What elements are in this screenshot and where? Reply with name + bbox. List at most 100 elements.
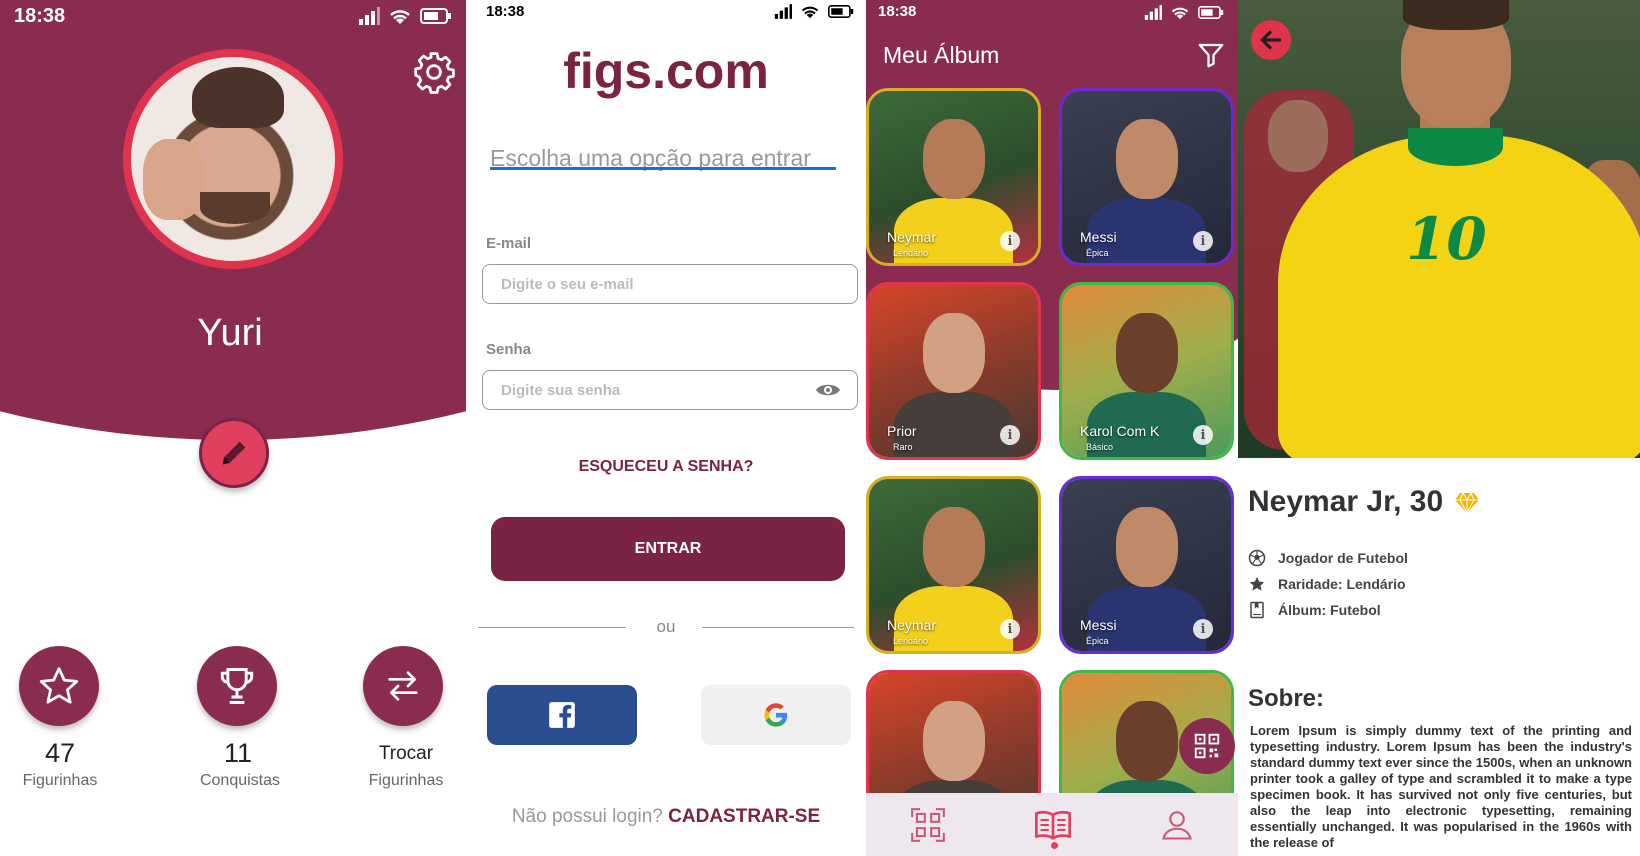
star-icon bbox=[39, 667, 79, 704]
card-name: Messi bbox=[1080, 617, 1117, 633]
forgot-password-link[interactable]: ESQUECEU A SENHA? bbox=[466, 458, 866, 476]
qr-code-icon bbox=[1194, 733, 1220, 759]
info-icon[interactable]: i bbox=[1193, 619, 1213, 639]
no-login-text: Não possui login? bbox=[511, 806, 663, 827]
info-icon[interactable]: i bbox=[1000, 425, 1020, 445]
google-icon bbox=[764, 703, 788, 727]
sticker-card[interactable]: Messi Épica i bbox=[1059, 88, 1234, 266]
settings-gear-icon[interactable] bbox=[412, 50, 456, 94]
login-screen: 18:38 figs.com Escolha uma opção para en… bbox=[466, 0, 866, 856]
album-title: Meu Álbum bbox=[883, 42, 1000, 68]
password-label: Senha bbox=[486, 341, 532, 358]
attribute-text: Jogador de Futebol bbox=[1278, 550, 1408, 566]
about-title: Sobre: bbox=[1248, 685, 1325, 712]
card-name: Karol Com K bbox=[1080, 423, 1160, 439]
player-photo: 10 bbox=[1238, 0, 1640, 458]
password-field[interactable]: Digite sua senha bbox=[482, 370, 858, 410]
signal-icon bbox=[774, 4, 792, 19]
avatar[interactable] bbox=[123, 49, 343, 269]
login-button[interactable]: ENTRAR bbox=[491, 517, 845, 581]
qr-scan-button[interactable] bbox=[1179, 718, 1235, 774]
sticker-card[interactable]: Neymar Lendário i bbox=[866, 88, 1041, 266]
show-password-eye-icon[interactable] bbox=[815, 381, 841, 399]
signal-icon bbox=[1144, 5, 1162, 20]
card-name: Prior bbox=[887, 423, 917, 439]
google-login-button[interactable] bbox=[701, 685, 851, 745]
trade-button[interactable] bbox=[363, 646, 443, 726]
profile-screen: 18:38 Yuri 47 Figurinhas 11 Conquistas T… bbox=[0, 0, 466, 856]
card-rarity: Épica bbox=[1086, 248, 1109, 258]
password-placeholder: Digite sua senha bbox=[501, 381, 621, 399]
divider-right bbox=[702, 627, 854, 628]
trophy-icon bbox=[220, 668, 254, 704]
brand-logo: figs.com bbox=[563, 43, 769, 99]
facebook-icon bbox=[549, 702, 575, 728]
facebook-login-button[interactable] bbox=[487, 685, 637, 745]
info-icon[interactable]: i bbox=[1000, 619, 1020, 639]
attribute-text: Álbum: Futebol bbox=[1278, 602, 1381, 618]
subtitle-underline bbox=[490, 167, 836, 170]
sticker-detail-screen: 10 Neymar Jr, 30 Jogador de Futebol Rari… bbox=[1238, 0, 1640, 856]
achievements-count: 11 bbox=[223, 738, 253, 768]
email-field[interactable]: Digite o seu e-mail bbox=[482, 264, 858, 304]
sticker-card[interactable]: Karol Com K Básico i bbox=[1059, 282, 1234, 460]
trade-label: Trocar bbox=[378, 743, 434, 764]
back-button[interactable] bbox=[1251, 20, 1291, 60]
avatar-photo bbox=[131, 57, 335, 261]
battery-icon bbox=[420, 8, 451, 24]
info-icon[interactable]: i bbox=[1193, 231, 1213, 251]
card-name: Neymar bbox=[887, 229, 937, 245]
album-screen: 18:38 Meu Álbum Neymar Lendário i Messi … bbox=[866, 0, 1238, 856]
info-icon[interactable]: i bbox=[1000, 231, 1020, 251]
star-icon bbox=[1248, 575, 1266, 593]
sticker-card[interactable]: Prior Raro i bbox=[866, 282, 1041, 460]
album-icon bbox=[1248, 601, 1266, 619]
battery-icon bbox=[1198, 6, 1224, 19]
status-time: 18:38 bbox=[878, 3, 917, 20]
nav-active-indicator bbox=[1051, 842, 1058, 849]
card-rarity: Raro bbox=[893, 442, 913, 452]
signup-link[interactable]: CADASTRAR-SE bbox=[668, 806, 820, 827]
status-icons bbox=[1144, 5, 1224, 20]
status-time: 18:38 bbox=[486, 3, 525, 20]
card-rarity: Básico bbox=[1086, 442, 1114, 452]
filter-icon[interactable] bbox=[1196, 40, 1226, 70]
sticker-card[interactable]: Neymar Lendário i bbox=[866, 476, 1041, 654]
achievements-label: Conquistas bbox=[199, 772, 281, 789]
stickers-count: 47 bbox=[44, 738, 76, 768]
nav-profile-user-icon[interactable] bbox=[1159, 807, 1195, 843]
nav-album-book-icon[interactable] bbox=[1033, 805, 1073, 845]
achievements-button[interactable] bbox=[197, 646, 277, 726]
wifi-icon bbox=[801, 6, 819, 19]
wifi-icon bbox=[1171, 7, 1189, 20]
status-icons bbox=[774, 4, 854, 19]
info-icon[interactable]: i bbox=[1193, 425, 1213, 445]
player-title: Neymar Jr, 30 bbox=[1248, 485, 1444, 518]
profile-name: Yuri bbox=[197, 312, 263, 354]
trade-sublabel: Figurinhas bbox=[368, 772, 444, 789]
about-text: Lorem Ipsum is simply dummy text of the … bbox=[1250, 723, 1632, 850]
attribute-row: Álbum: Futebol bbox=[1248, 601, 1381, 619]
sticker-card[interactable]: Messi Épica i bbox=[1059, 476, 1234, 654]
card-name: Neymar bbox=[887, 617, 937, 633]
pencil-icon bbox=[222, 441, 246, 465]
arrow-left-icon bbox=[1260, 30, 1282, 50]
edit-profile-button[interactable] bbox=[199, 418, 269, 488]
attribute-row: Raridade: Lendário bbox=[1248, 575, 1406, 593]
nav-qr-code-icon[interactable] bbox=[909, 806, 947, 844]
card-rarity: Lendário bbox=[893, 248, 929, 258]
status-time: 18:38 bbox=[14, 5, 66, 27]
card-rarity: Épica bbox=[1086, 636, 1109, 646]
stickers-button[interactable] bbox=[19, 646, 99, 726]
attribute-text: Raridade: Lendário bbox=[1278, 576, 1406, 592]
swap-icon bbox=[388, 671, 418, 701]
signup-prompt: Não possui login? CADASTRAR-SE bbox=[466, 806, 866, 828]
email-label: E-mail bbox=[486, 235, 532, 252]
card-name: Messi bbox=[1080, 229, 1117, 245]
card-rarity: Lendário bbox=[893, 636, 929, 646]
attribute-row: Jogador de Futebol bbox=[1248, 549, 1408, 567]
soccer-ball-icon bbox=[1248, 549, 1266, 567]
wifi-icon bbox=[390, 10, 410, 24]
stickers-label: Figurinhas bbox=[22, 772, 98, 789]
status-icons bbox=[358, 7, 452, 25]
